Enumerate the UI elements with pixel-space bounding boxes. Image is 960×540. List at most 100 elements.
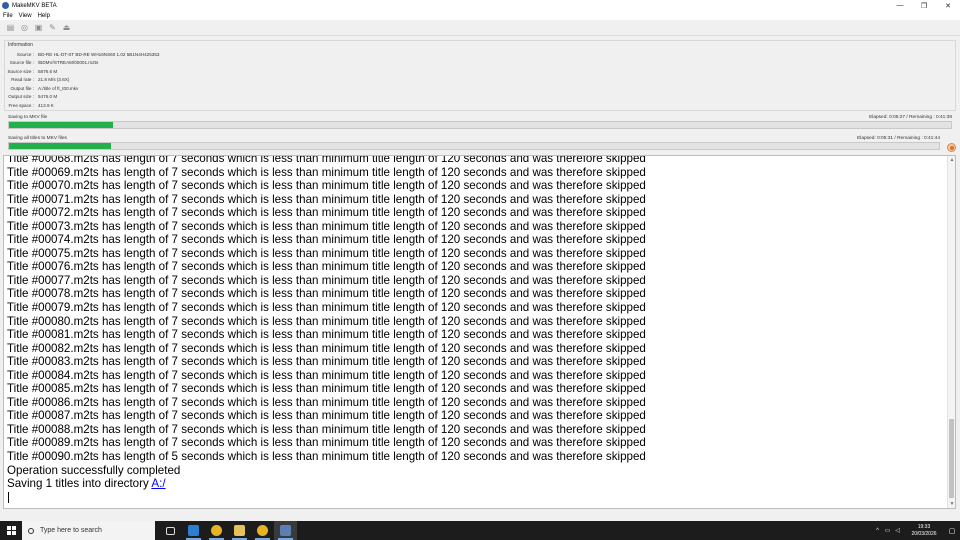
log-line: Title #00070.m2ts has length of 7 second… <box>7 179 646 193</box>
taskbar-app-chrome[interactable] <box>251 521 274 540</box>
backup-icon[interactable]: ▣ <box>33 22 44 33</box>
show-hidden-icons-icon[interactable]: ^ <box>873 521 882 540</box>
log-line: Title #00085.m2ts has length of 7 second… <box>7 382 646 396</box>
log-line: Title #00071.m2ts has length of 7 second… <box>7 192 646 206</box>
info-label: Source size : <box>7 68 34 74</box>
taskbar-clock[interactable]: 19:33 20/03/2026 <box>906 524 942 538</box>
menu-help[interactable]: Help <box>38 13 50 19</box>
info-value: 21.8 M/s (3.6X) <box>38 77 70 83</box>
log-line: Title #00088.m2ts has length of 7 second… <box>7 422 646 436</box>
log-scrollbar[interactable]: ▲ ▼ <box>947 156 955 508</box>
log-line: Title #00076.m2ts has length of 7 second… <box>7 260 646 274</box>
info-value: 5876.6 M <box>38 68 58 74</box>
current-progress-bar <box>8 121 952 129</box>
log-line: Title #00082.m2ts has length of 7 second… <box>7 341 646 355</box>
current-progress-time: Elapsed: 0:05:27 / Remaining : 0:41:38 <box>869 115 952 120</box>
makemkv-window: MakeMKV BETA — ❐ ✕ File View Help ▤ ◎ ▣ … <box>0 0 960 521</box>
log-line: Operation successfully completed <box>7 463 181 477</box>
info-row-read-rate: Read rate : 21.8 M/s (3.6X) <box>5 76 405 85</box>
menu-file[interactable]: File <box>3 13 13 19</box>
taskbar-app-chrome[interactable] <box>205 521 228 540</box>
scroll-up-icon[interactable]: ▲ <box>948 156 955 164</box>
taskbar-search[interactable]: Type here to search <box>22 521 155 540</box>
scroll-down-icon[interactable]: ▼ <box>948 500 955 508</box>
minimize-button[interactable]: — <box>888 0 912 11</box>
log-line: Title #00074.m2ts has length of 7 second… <box>7 233 646 247</box>
info-value: /BDMV/STREAM/00001.m2ts <box>38 60 99 66</box>
info-row-source-file: Source file : /BDMV/STREAM/00001.m2ts <box>5 59 405 68</box>
log-panel[interactable]: Title #00068.m2ts has length of 7 second… <box>3 155 956 509</box>
current-progress-fill <box>9 122 113 128</box>
current-progress-label: Saving to MKV file <box>8 115 48 120</box>
eject-icon[interactable]: ⏏ <box>61 22 72 33</box>
information-legend: Information <box>8 42 34 48</box>
taskbar-app-edge[interactable] <box>182 521 205 540</box>
log-line: Title #00083.m2ts has length of 7 second… <box>7 355 646 369</box>
log-line: Saving 1 titles into directory A:/ <box>7 477 942 491</box>
total-progress: Saving all titles to MKV files Elapsed: … <box>8 135 940 150</box>
log-line: Title #00086.m2ts has length of 7 second… <box>7 395 646 409</box>
info-label: Source file : <box>9 60 34 66</box>
info-value: BD-RE HL-DT-ST BD-RE WH16NS60 1.02 5B1N4… <box>38 51 160 57</box>
info-row-free-space: Free space : 413.9 K <box>5 101 405 110</box>
menu-bar: File View Help <box>0 11 960 20</box>
info-value: 5476.0 M <box>38 94 58 100</box>
log-line: Title #00090.m2ts has length of 5 second… <box>7 450 646 464</box>
makemkv-logo-icon <box>2 2 9 9</box>
total-progress-time: Elapsed: 0:05:31 / Remaining : 0:41:44 <box>857 136 940 141</box>
toolbar: ▤ ◎ ▣ ✎ ⏏ <box>0 20 960 36</box>
close-button[interactable]: ✕ <box>936 0 960 11</box>
total-progress-label: Saving all titles to MKV files <box>8 136 67 141</box>
title-bar: MakeMKV BETA — ❐ ✕ <box>0 0 960 11</box>
system-tray: ^ ▭ ◁ 19:33 20/03/2026 ▢ <box>873 521 960 540</box>
network-icon[interactable]: ▭ <box>883 521 892 540</box>
info-value: 413.9 K <box>38 102 54 108</box>
info-label: Output size : <box>8 94 34 100</box>
current-progress: Saving to MKV file Elapsed: 0:05:27 / Re… <box>8 114 952 129</box>
info-row-output-size: Output size : 5476.0 M <box>5 93 405 102</box>
notifications-icon[interactable]: ▢ <box>946 521 958 540</box>
volume-icon[interactable]: ◁ <box>893 521 902 540</box>
log-line: Title #00087.m2ts has length of 7 second… <box>7 409 646 423</box>
taskbar-apps <box>159 521 297 540</box>
info-value: A:/title of ft_t00.mkv <box>38 85 79 91</box>
log-line-text: Saving 1 titles into directory <box>7 477 152 491</box>
log-line: Title #00079.m2ts has length of 7 second… <box>7 301 646 315</box>
taskbar-app-task-view[interactable] <box>159 521 182 540</box>
info-label: Read rate : <box>11 77 34 83</box>
open-files-icon[interactable]: ▤ <box>5 22 16 33</box>
chrome-icon <box>211 525 222 536</box>
log-line: Title #00078.m2ts has length of 7 second… <box>7 287 646 301</box>
stop-button[interactable] <box>947 143 956 152</box>
log-line: Title #00069.m2ts has length of 7 second… <box>7 165 646 179</box>
total-progress-fill <box>9 143 112 149</box>
clock-time: 19:33 <box>917 523 931 530</box>
log-lines: Title #00068.m2ts has length of 7 second… <box>7 156 942 503</box>
maximize-button[interactable]: ❐ <box>912 0 936 11</box>
file-explorer-icon <box>234 525 245 536</box>
makemkv-icon <box>280 525 291 536</box>
menu-view[interactable]: View <box>19 13 32 19</box>
windows-logo-icon <box>6 526 16 535</box>
info-label: Source : <box>16 51 34 57</box>
start-button[interactable] <box>0 521 22 540</box>
info-row-source: Source : BD-RE HL-DT-ST BD-RE WH16NS60 1… <box>5 50 405 59</box>
search-placeholder: Type here to search <box>40 527 102 534</box>
open-disc-icon[interactable]: ◎ <box>19 22 30 33</box>
settings-icon[interactable]: ✎ <box>47 22 58 33</box>
output-directory-link[interactable]: A:/ <box>151 477 165 490</box>
log-line: Title #00072.m2ts has length of 7 second… <box>7 206 646 220</box>
clock-date: 20/03/2026 <box>911 530 937 537</box>
info-label: Output file : <box>10 85 35 91</box>
window-title: MakeMKV BETA <box>12 2 57 9</box>
window-controls: — ❐ ✕ <box>888 0 960 11</box>
total-progress-bar <box>8 142 940 150</box>
taskbar-app-file-explorer[interactable] <box>228 521 251 540</box>
scroll-thumb[interactable] <box>949 419 954 498</box>
log-line: Title #00080.m2ts has length of 7 second… <box>7 314 646 328</box>
text-caret <box>8 491 9 503</box>
task-view-icon <box>166 526 175 535</box>
info-label: Free space : <box>8 102 34 108</box>
info-row-source-size: Source size : 5876.6 M <box>5 67 405 76</box>
taskbar-app-makemkv[interactable] <box>274 521 297 540</box>
